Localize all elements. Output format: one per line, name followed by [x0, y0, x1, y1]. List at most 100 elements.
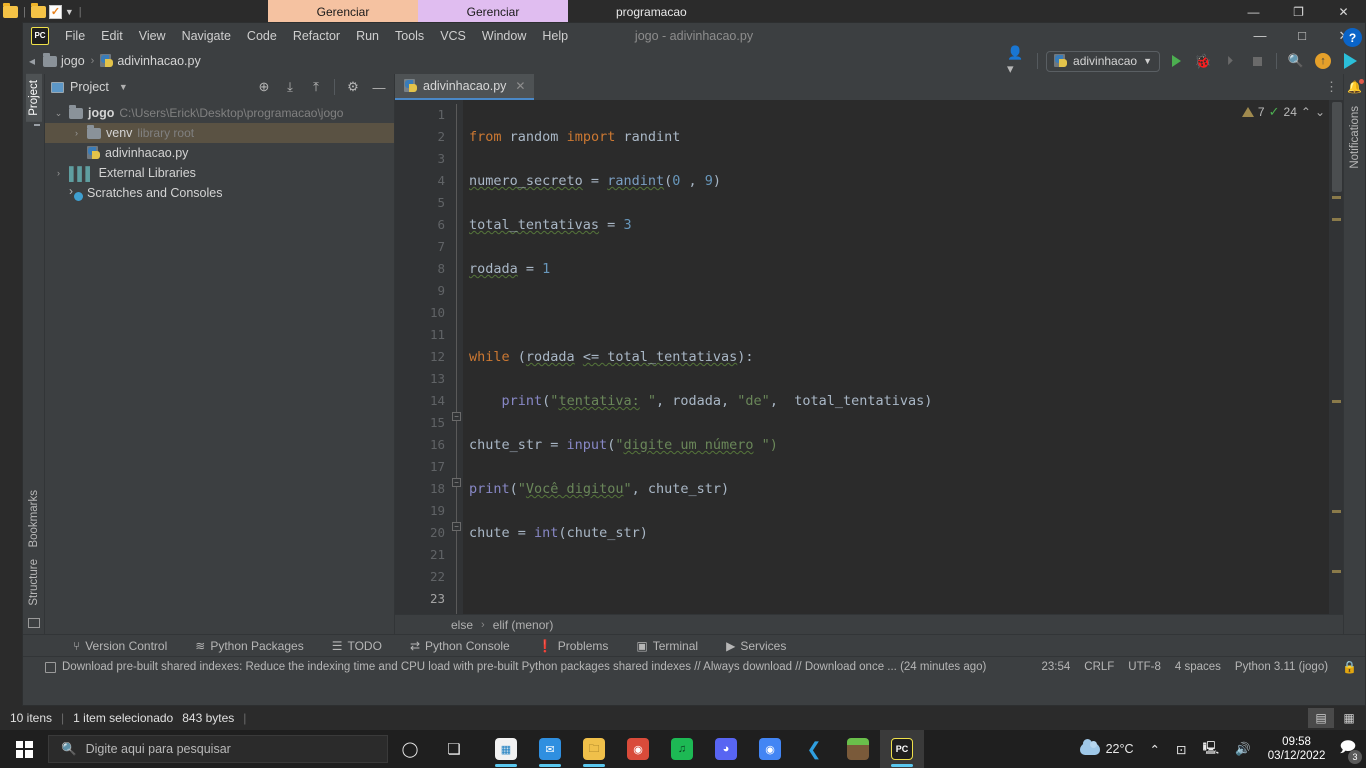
breadcrumb-else[interactable]: else: [451, 618, 473, 632]
menu-window[interactable]: Window: [474, 26, 534, 46]
taskbar-search-input[interactable]: 🔍 Digite aqui para pesquisar: [48, 735, 388, 763]
stop-button[interactable]: [1246, 51, 1268, 72]
large-icons-view-button[interactable]: ▦: [1336, 708, 1362, 728]
updates-icon[interactable]: ↑: [1312, 51, 1334, 72]
taskbar-app-minecraft[interactable]: [836, 730, 880, 768]
lock-icon[interactable]: 🔒: [1342, 660, 1357, 674]
tree-item-venv[interactable]: › venv library root: [45, 123, 394, 143]
breadcrumb-elif[interactable]: elif (menor): [493, 618, 554, 632]
inspection-widget[interactable]: 7 ✓ 24 ⌃ ⌄: [1241, 104, 1325, 120]
help-button[interactable]: ?: [1343, 28, 1362, 47]
layout-toggle-icon[interactable]: [27, 612, 40, 634]
volume-icon[interactable]: 🔊: [1228, 742, 1258, 757]
notifications-icon[interactable]: 🗩 3: [1335, 737, 1366, 764]
editor-options-icon[interactable]: ⋮: [1325, 79, 1339, 95]
explorer-quick-access-toolbar[interactable]: | ▼ |: [0, 3, 84, 19]
menu-code[interactable]: Code: [239, 26, 285, 46]
folder-icon[interactable]: [30, 3, 46, 18]
expand-all-icon[interactable]: ⤓: [279, 77, 301, 98]
explorer-restore-button[interactable]: ❐: [1276, 0, 1321, 24]
user-accounts-icon[interactable]: 👤▾: [1007, 45, 1029, 76]
details-view-button[interactable]: ▤: [1308, 708, 1334, 728]
tool-problems[interactable]: ❗ Problems: [534, 638, 613, 654]
chevron-right-icon[interactable]: ›: [71, 128, 82, 138]
properties-icon[interactable]: [48, 5, 62, 19]
hide-panel-icon[interactable]: —: [368, 77, 390, 98]
editor-scrollbar[interactable]: [1329, 100, 1343, 614]
settings-gear-icon[interactable]: ⚙: [342, 77, 364, 98]
tree-item-scratches[interactable]: Scratches and Consoles: [45, 183, 394, 203]
tool-python-packages[interactable]: ≋ Python Packages: [191, 638, 307, 654]
collapse-all-icon[interactable]: ⤒: [305, 77, 327, 98]
taskbar-app-pycharm[interactable]: PC: [880, 730, 924, 768]
taskbar-app-vscode[interactable]: ❮: [792, 730, 836, 768]
taskbar-app-mail[interactable]: ✉: [528, 730, 572, 768]
pycharm-logo-icon[interactable]: PC: [31, 26, 49, 45]
locate-icon[interactable]: ⊕: [253, 77, 275, 98]
status-interpreter[interactable]: Python 3.11 (jogo): [1235, 661, 1328, 673]
fold-marker-print[interactable]: −: [452, 522, 461, 531]
breadcrumb-adivinhacao[interactable]: adivinhacao.py: [96, 52, 204, 70]
task-view-button[interactable]: ❏: [432, 730, 476, 768]
explorer-ribbon-tabs[interactable]: Gerenciar Gerenciar: [268, 0, 568, 24]
explorer-close-button[interactable]: ✕: [1321, 0, 1366, 24]
next-problem-icon[interactable]: ⌄: [1315, 105, 1325, 119]
start-button[interactable]: [0, 730, 48, 768]
breadcrumb-jogo[interactable]: jogo: [39, 52, 89, 70]
nav-back-icon[interactable]: ◂: [25, 54, 39, 68]
run-button[interactable]: [1165, 51, 1187, 72]
debug-button[interactable]: 🐞: [1192, 51, 1214, 72]
status-encoding[interactable]: UTF-8: [1128, 661, 1161, 673]
sidebar-tab-structure[interactable]: Structure: [26, 553, 42, 612]
close-icon[interactable]: ✕: [512, 79, 525, 93]
ribbon-tab-manage-1[interactable]: Gerenciar: [268, 0, 418, 24]
explorer-minimize-button[interactable]: —: [1231, 0, 1276, 24]
code-editor[interactable]: 123456789101112131415161718192021222324 …: [395, 100, 1343, 614]
menu-navigate[interactable]: Navigate: [174, 26, 239, 46]
sidebar-tab-notifications[interactable]: Notifications: [1347, 100, 1363, 175]
chevron-down-icon[interactable]: ▼: [1143, 56, 1152, 66]
taskbar-app-discord[interactable]: ◕: [704, 730, 748, 768]
weather-widget[interactable]: 22°C: [1073, 739, 1141, 756]
tree-item-jogo[interactable]: ⌄ jogo C:\Users\Erick\Desktop\programaca…: [45, 103, 394, 123]
tool-python-console[interactable]: ⇄ Python Console: [406, 638, 514, 654]
ai-assistant-icon[interactable]: [1339, 51, 1361, 72]
status-message[interactable]: Download pre-built shared indexes: Reduc…: [45, 661, 986, 673]
tree-item-adivinhacao[interactable]: adivinhacao.py: [45, 143, 394, 163]
explorer-window-buttons[interactable]: — ❐ ✕: [1231, 0, 1366, 24]
chevron-right-icon[interactable]: ›: [53, 168, 64, 178]
ribbon-tab-manage-2[interactable]: Gerenciar: [418, 0, 568, 24]
code-content[interactable]: from random import randint numero_secret…: [463, 100, 1343, 614]
menu-edit[interactable]: Edit: [93, 26, 131, 46]
tool-services[interactable]: ▶ Services: [722, 638, 790, 654]
menu-refactor[interactable]: Refactor: [285, 26, 348, 46]
customize-caret-icon[interactable]: ▼: [65, 7, 74, 17]
tool-terminal[interactable]: ▣ Terminal: [632, 638, 702, 654]
tool-todo[interactable]: ☰ TODO: [328, 638, 386, 654]
tree-item-external-libraries[interactable]: › ▌▌▌ External Libraries: [45, 163, 394, 183]
fold-marker-elif[interactable]: −: [452, 478, 461, 487]
notifications-bell-icon[interactable]: 🔔: [1347, 79, 1364, 94]
taskbar-clock[interactable]: 09:58 03/12/2022: [1260, 735, 1334, 763]
sidebar-tab-bookmarks[interactable]: Bookmarks: [26, 484, 42, 554]
pycharm-minimize-button[interactable]: —: [1239, 23, 1281, 48]
taskbar-app-chrome-dev[interactable]: ◉: [616, 730, 660, 768]
status-indent[interactable]: 4 spaces: [1175, 661, 1221, 673]
chevron-down-icon[interactable]: ⌄: [53, 108, 64, 119]
fold-marker-else[interactable]: −: [452, 412, 461, 421]
run-configuration-selector[interactable]: adivinhacao ▼: [1046, 50, 1160, 72]
menu-view[interactable]: View: [131, 26, 174, 46]
menu-tools[interactable]: Tools: [387, 26, 432, 46]
taskbar-app-file-explorer[interactable]: 🗀: [572, 730, 616, 768]
chevron-down-icon[interactable]: ▼: [109, 82, 128, 92]
taskbar-app-microsoft-store[interactable]: ▦: [484, 730, 528, 768]
network-icon[interactable]: 🖳: [1196, 739, 1227, 760]
prev-problem-icon[interactable]: ⌃: [1301, 105, 1311, 119]
taskbar-app-spotify[interactable]: ♫: [660, 730, 704, 768]
menu-vcs[interactable]: VCS: [432, 26, 474, 46]
search-everywhere-icon[interactable]: 🔍: [1285, 51, 1307, 72]
tool-version-control[interactable]: ⑂ Version Control: [69, 638, 171, 654]
menu-run[interactable]: Run: [348, 26, 387, 46]
editor-tab-adivinhacao[interactable]: adivinhacao.py ✕: [395, 74, 535, 100]
tray-expand-button[interactable]: ⌃: [1143, 742, 1167, 757]
